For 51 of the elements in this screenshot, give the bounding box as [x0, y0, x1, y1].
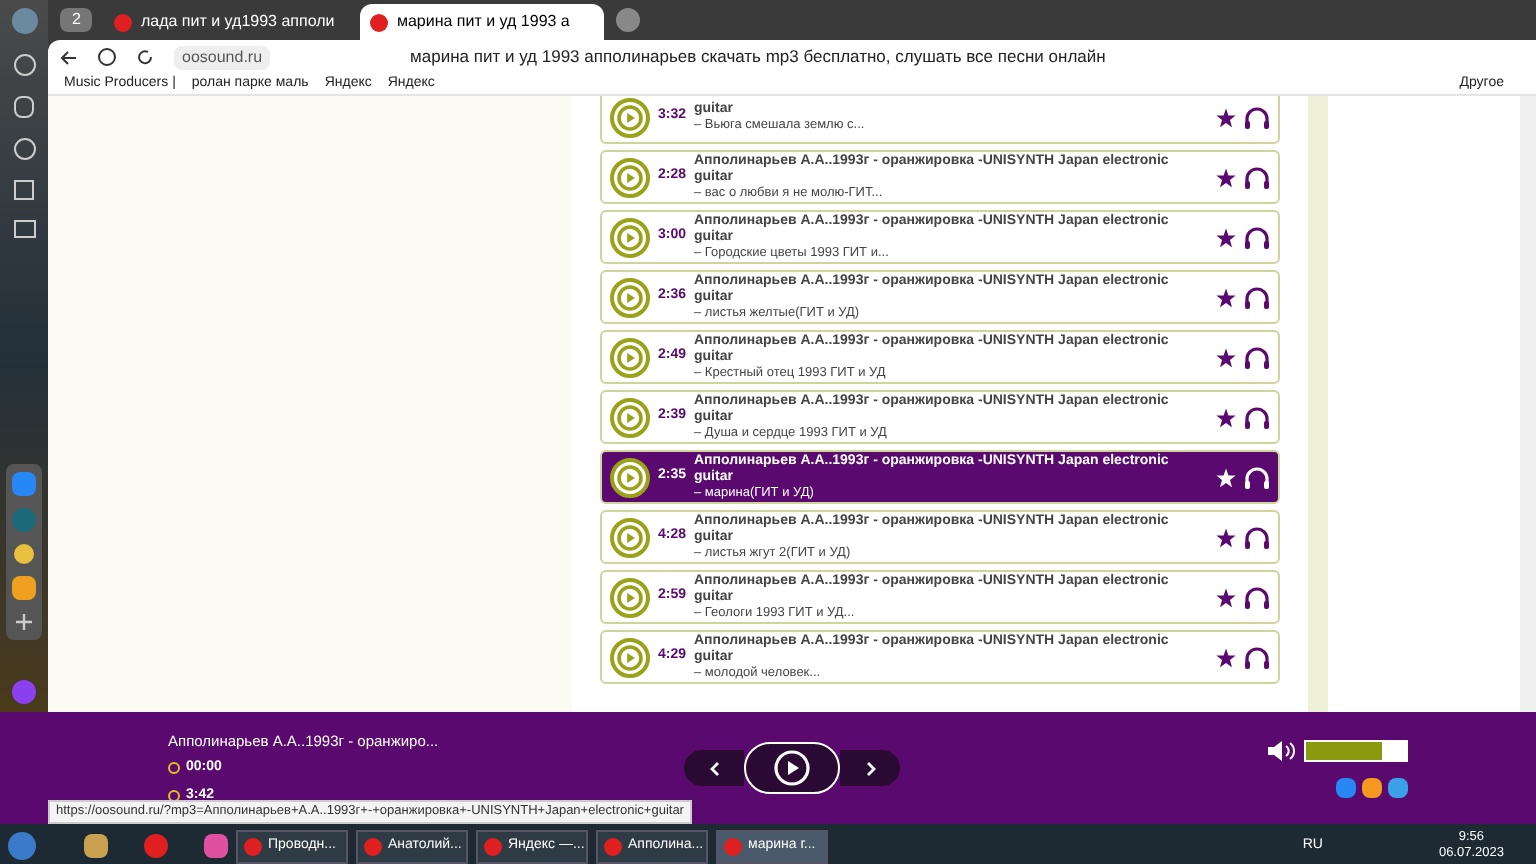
site-icon [114, 13, 133, 31]
window-icon [244, 837, 262, 855]
headphones-icon[interactable] [1244, 285, 1270, 309]
star-icon[interactable] [1216, 407, 1236, 427]
star-icon[interactable] [1216, 467, 1236, 487]
headphones-icon[interactable] [1244, 165, 1270, 189]
scrollbar[interactable] [1520, 96, 1536, 712]
star-icon[interactable] [1216, 227, 1236, 247]
next-button[interactable] [840, 750, 900, 786]
window-icon [724, 837, 742, 855]
back-icon[interactable] [60, 49, 78, 65]
star-icon[interactable] [1216, 287, 1236, 307]
star-icon[interactable] [1216, 167, 1236, 187]
browser-tab[interactable]: лада пит и уд1993 апполи [104, 4, 349, 40]
star-icon[interactable] [1216, 107, 1236, 127]
headphones-icon[interactable] [1244, 345, 1270, 369]
headphones-icon[interactable] [1244, 465, 1270, 489]
page-title: марина пит и уд 1993 апполинарьев скачать mp3 бесплатно, слушать все песни онлайн [410, 44, 1106, 70]
headphones-icon[interactable] [1244, 645, 1270, 669]
chevron-right-icon [865, 761, 875, 775]
headphones-icon[interactable] [1244, 525, 1270, 549]
new-tab-button[interactable] [616, 8, 641, 32]
play-button[interactable] [744, 742, 840, 794]
volume-slider[interactable] [1304, 739, 1408, 761]
window-icon [604, 837, 622, 855]
window-icon [364, 837, 382, 855]
headphones-icon[interactable] [1244, 105, 1270, 129]
app-icon[interactable] [144, 834, 168, 858]
tab-title: лада пит и уд1993 апполи [140, 10, 335, 34]
browser-tab[interactable]: марина пит и уд 1993 а [360, 4, 605, 40]
star-icon[interactable] [1216, 527, 1236, 547]
headphones-icon[interactable] [1244, 225, 1270, 249]
star-icon[interactable] [1216, 647, 1236, 667]
plus-icon[interactable] [14, 612, 34, 632]
avatar-icon[interactable] [11, 8, 37, 34]
tab-title: марина пит и уд 1993 а [396, 10, 570, 34]
address-field[interactable]: oosound.ru [174, 45, 271, 69]
headphones-icon[interactable] [1244, 585, 1270, 609]
tab-count[interactable]: 2 [60, 8, 93, 32]
app-icon[interactable] [204, 834, 228, 858]
volume-icon[interactable] [1268, 739, 1296, 761]
reload-icon[interactable] [136, 48, 154, 66]
start-button[interactable] [8, 832, 36, 860]
chevron-left-icon [709, 761, 719, 775]
window-icon [484, 837, 502, 855]
star-icon[interactable] [1216, 587, 1236, 607]
site-icon [370, 13, 389, 31]
star-icon[interactable] [1216, 347, 1236, 367]
previous-button[interactable] [684, 750, 744, 786]
headphones-icon[interactable] [1244, 405, 1270, 429]
app-icon[interactable] [84, 834, 108, 858]
